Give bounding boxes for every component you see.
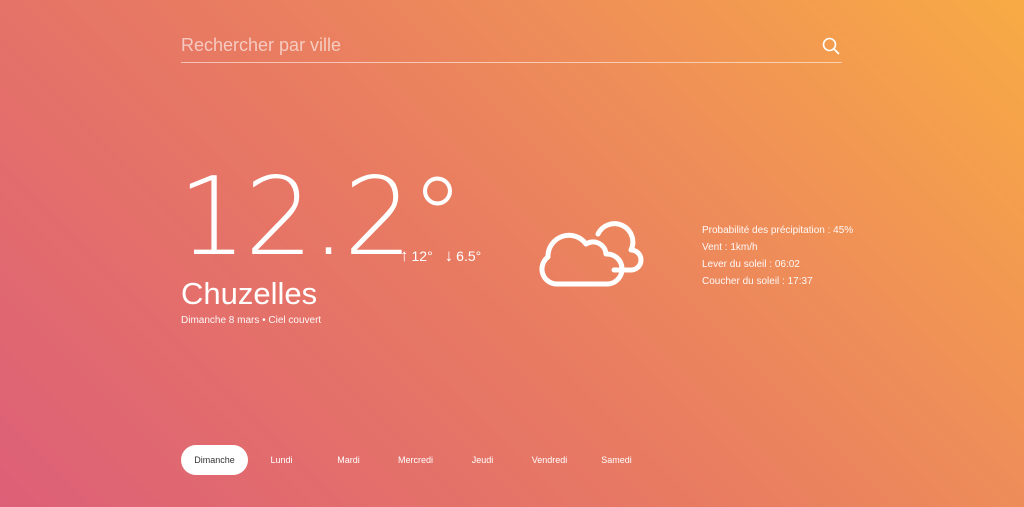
tab-samedi[interactable]: Samedi [583, 445, 650, 475]
low-temperature-value: 6.5° [456, 248, 482, 264]
cloudy-icon [539, 221, 644, 287]
search-icon[interactable] [822, 37, 840, 55]
tab-mardi[interactable]: Mardi [315, 445, 382, 475]
search-input[interactable] [181, 32, 801, 58]
high-temperature-value: 12° [411, 248, 433, 264]
wind-speed: Vent : 1km/h [702, 242, 758, 253]
tab-mercredi[interactable]: Mercredi [382, 445, 449, 475]
tab-dimanche[interactable]: Dimanche [181, 445, 248, 475]
high-low-temperatures: ↑ 12° ↓ 6.5° [400, 246, 481, 266]
high-temperature: ↑ 12° [400, 246, 433, 266]
tab-jeudi[interactable]: Jeudi [449, 445, 516, 475]
day-tabs: Dimanche Lundi Mardi Mercredi Jeudi Vend… [181, 445, 650, 475]
arrow-down-icon: ↓ [444, 246, 454, 265]
low-temperature: ↓ 6.5° [445, 246, 482, 266]
tab-vendredi[interactable]: Vendredi [516, 445, 583, 475]
search-bar [181, 28, 842, 63]
precipitation-probability: Probabilité des précipitation : 45% [702, 225, 854, 236]
weather-details: Probabilité des précipitation : 45% Vent… [702, 222, 853, 290]
city-name: Chuzelles [181, 276, 318, 311]
sunrise-time: Lever du soleil : 06:02 [702, 259, 800, 270]
tab-lundi[interactable]: Lundi [248, 445, 315, 475]
sunset-time: Coucher du soleil : 17:37 [702, 276, 813, 287]
arrow-up-icon: ↑ [400, 246, 409, 265]
date-and-condition: Dimanche 8 mars • Ciel couvert [181, 315, 322, 326]
